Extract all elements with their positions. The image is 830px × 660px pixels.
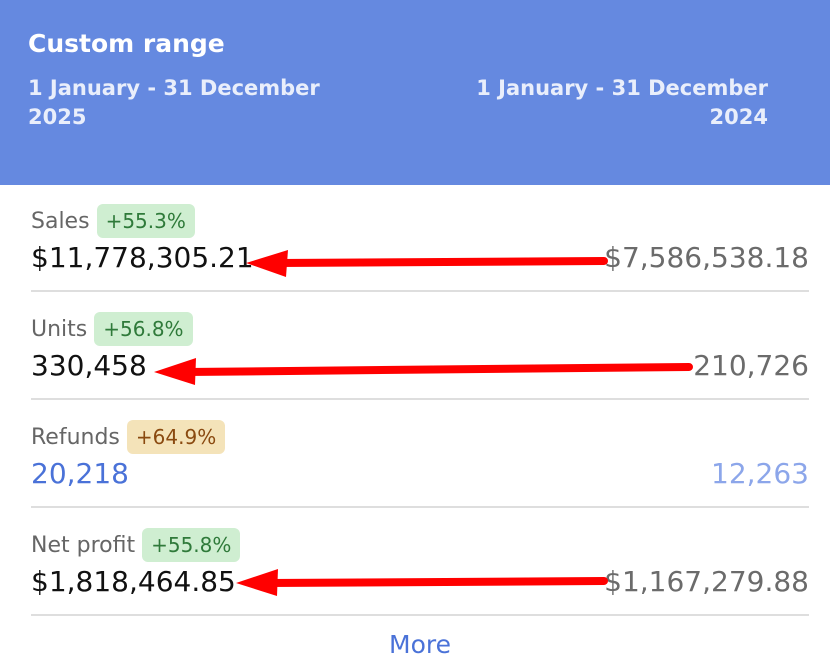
divider bbox=[31, 506, 809, 508]
previous-value: 210,726 bbox=[693, 349, 809, 382]
change-badge: +56.8% bbox=[94, 312, 193, 346]
custom-range-title[interactable]: Custom range bbox=[28, 29, 225, 58]
metric-label: Units bbox=[31, 316, 88, 342]
comparison-card: Custom range 1 January - 31 December 202… bbox=[0, 0, 830, 660]
divider bbox=[31, 398, 809, 400]
current-value: $11,778,305.21 bbox=[31, 241, 254, 274]
change-badge: +55.8% bbox=[142, 528, 241, 562]
current-refunds-link[interactable]: 20,218 bbox=[31, 457, 129, 490]
metric-label: Refunds bbox=[31, 424, 120, 450]
divider bbox=[31, 290, 809, 292]
metric-label-row: Refunds +64.9% bbox=[31, 419, 226, 455]
metric-label-row: Sales +55.3% bbox=[31, 203, 195, 239]
metric-sales: Sales +55.3% $11,778,305.21 $7,586,538.1… bbox=[31, 186, 809, 294]
previous-refunds-link[interactable]: 12,263 bbox=[711, 457, 809, 490]
change-badge: +64.9% bbox=[126, 420, 226, 454]
metric-net-profit: Net profit +55.8% $1,818,464.85 $1,167,2… bbox=[31, 510, 809, 618]
current-value: $1,818,464.85 bbox=[31, 565, 236, 598]
metric-label: Sales bbox=[31, 208, 90, 234]
current-date-range: 1 January - 31 December 2025 bbox=[28, 76, 320, 129]
divider bbox=[31, 614, 809, 616]
metric-label-row: Units +56.8% bbox=[31, 311, 193, 347]
more-link[interactable]: More bbox=[0, 630, 830, 659]
metric-label-row: Net profit +55.8% bbox=[31, 527, 241, 563]
previous-date-range: 1 January - 31 December 2024 bbox=[476, 76, 768, 129]
date-range-header: Custom range 1 January - 31 December 202… bbox=[0, 0, 830, 185]
previous-value: $1,167,279.88 bbox=[604, 565, 809, 598]
metric-units: Units +56.8% 330,458 210,726 bbox=[31, 294, 809, 402]
metric-label: Net profit bbox=[31, 532, 136, 558]
previous-value: $7,586,538.18 bbox=[604, 241, 809, 274]
metric-refunds: Refunds +64.9% 20,218 12,263 bbox=[31, 402, 809, 510]
change-badge: +55.3% bbox=[96, 204, 195, 238]
current-value: 330,458 bbox=[31, 349, 147, 382]
